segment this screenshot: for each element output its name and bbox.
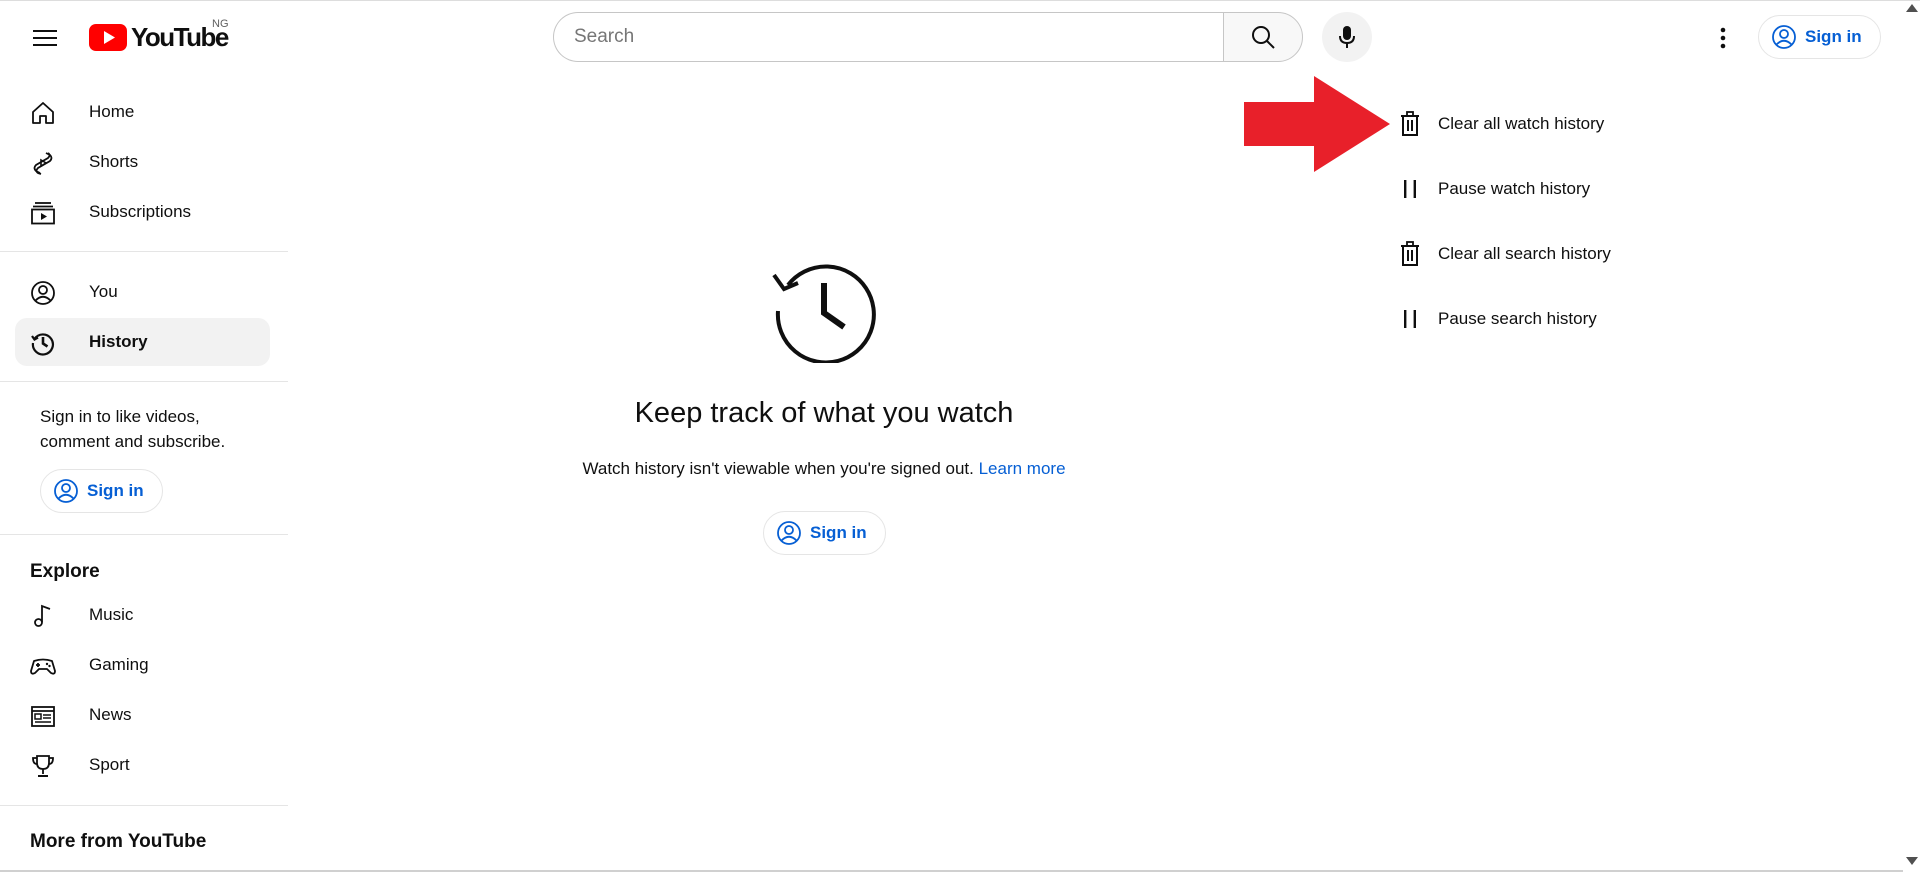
voice-search-button[interactable] (1322, 12, 1372, 62)
sign-in-label: Sign in (87, 481, 144, 500)
page-scrollbar[interactable] (1903, 0, 1920, 872)
sidebar-item-music[interactable]: Music (15, 591, 270, 639)
action-label: Clear all search history (1438, 244, 1611, 263)
shorts-icon (33, 152, 53, 175)
sidebar-item-label: News (89, 705, 132, 724)
empty-state-title: Keep track of what you watch (634, 397, 1014, 429)
settings-more-button[interactable] (1702, 17, 1744, 59)
sidebar-item-history[interactable]: History (15, 318, 270, 366)
microphone-icon (1339, 26, 1355, 48)
sidebar-item-label: History (89, 332, 148, 351)
search-input[interactable] (574, 26, 1224, 48)
history-large-icon (772, 264, 876, 363)
sidebar-item-label: Shorts (89, 152, 139, 171)
youtube-play-logo-icon (89, 23, 127, 51)
sidebar-divider (0, 805, 288, 806)
pause-search-history-button[interactable]: Pause search history (1396, 299, 1597, 339)
history-icon (31, 333, 54, 356)
sidebar-divider (0, 381, 288, 382)
trash-icon (1401, 241, 1419, 266)
gaming-icon (30, 658, 56, 675)
account-circle-icon (54, 479, 78, 503)
empty-state-message: Watch history isn't viewable when you're… (582, 459, 974, 478)
sidebar-sign-in-button[interactable]: Sign in (40, 469, 163, 513)
action-label: Pause watch history (1438, 179, 1591, 198)
more-from-youtube-title: More from YouTube (30, 831, 207, 852)
sidebar-item-news[interactable]: News (15, 691, 270, 739)
explore-section-title: Explore (30, 561, 100, 582)
account-circle-icon (1772, 25, 1796, 49)
sidebar-item-label: You (89, 282, 118, 301)
sign-in-label: Sign in (810, 523, 867, 542)
header-sign-in-button[interactable]: Sign in (1758, 15, 1881, 59)
sign-in-label: Sign in (1805, 27, 1862, 46)
sidebar-item-subscriptions[interactable]: Subscriptions (15, 188, 270, 236)
search-icon (1252, 26, 1275, 49)
sidebar-divider (0, 534, 288, 535)
account-circle-icon (777, 521, 801, 545)
action-label: Clear all watch history (1438, 114, 1605, 133)
search-button[interactable] (1223, 12, 1303, 62)
scroll-down-arrow-icon[interactable] (1906, 857, 1918, 865)
scroll-up-arrow-icon[interactable] (1906, 4, 1918, 12)
sidebar-item-shorts[interactable]: Shorts (15, 138, 270, 186)
youtube-logo[interactable]: YouTube (89, 22, 229, 52)
guide-sidebar: Home Shorts Subscriptions You History Si… (0, 74, 288, 872)
news-icon (31, 706, 55, 727)
main-sign-in-button[interactable]: Sign in (763, 511, 886, 555)
action-label: Pause search history (1438, 309, 1597, 328)
sidebar-item-sport[interactable]: Sport (15, 741, 270, 789)
empty-state-subtitle: Watch history isn't viewable when you're… (520, 459, 1128, 479)
sign-in-prompt: Sign in to like videos, comment and subs… (40, 407, 226, 451)
sidebar-item-you[interactable]: You (15, 268, 270, 316)
more-vertical-icon (1720, 27, 1726, 49)
sidebar-divider (0, 251, 288, 252)
hamburger-menu-icon (33, 30, 57, 46)
trophy-icon (32, 755, 54, 777)
sidebar-item-label: Subscriptions (89, 202, 192, 221)
masthead: YouTube NG Sign in (0, 0, 1920, 74)
sidebar-item-home[interactable]: Home (15, 88, 270, 136)
account-icon (31, 281, 55, 305)
home-icon (32, 102, 54, 124)
pause-watch-history-button[interactable]: Pause watch history (1396, 169, 1590, 209)
sidebar-item-label: Music (89, 605, 134, 624)
sidebar-item-gaming[interactable]: Gaming (15, 641, 270, 689)
clear-search-history-button[interactable]: Clear all search history (1396, 234, 1611, 274)
clear-watch-history-button[interactable]: Clear all watch history (1396, 104, 1604, 144)
pause-icon (1404, 180, 1416, 198)
red-annotation-arrow-icon (1244, 76, 1390, 172)
music-icon (34, 604, 51, 627)
search-box (553, 12, 1224, 62)
guide-menu-button[interactable] (24, 17, 66, 59)
sidebar-item-label: Gaming (89, 655, 149, 674)
region-code: NG (212, 18, 229, 30)
subscriptions-icon (31, 202, 55, 225)
sidebar-item-label: Sport (89, 755, 130, 774)
trash-icon (1401, 111, 1419, 136)
pause-icon (1404, 310, 1416, 328)
learn-more-link[interactable]: Learn more (979, 459, 1066, 478)
sidebar-item-label: Home (89, 102, 135, 121)
